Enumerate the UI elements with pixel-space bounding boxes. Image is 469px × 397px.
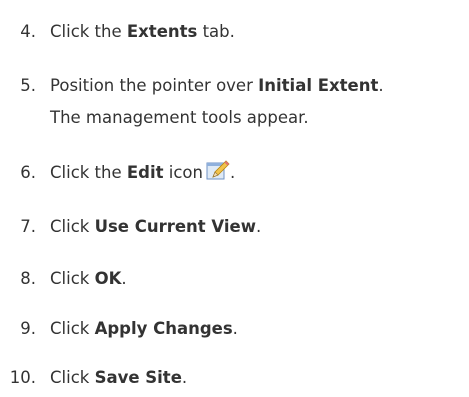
edit-pencil-icon (206, 160, 230, 182)
step-text: Position the pointer over Initial Extent… (50, 76, 384, 95)
step-number: 4. (20, 22, 36, 41)
step-number: 6. (20, 163, 36, 182)
step-number: 7. (20, 217, 36, 236)
step-result-text: The management tools appear. (50, 108, 309, 127)
step-number: 9. (20, 319, 36, 338)
step-number: 8. (20, 269, 36, 288)
step-text: Click the Edit icon . (50, 157, 235, 189)
step-text: Click Save Site. (50, 368, 188, 387)
step-number: 5. (20, 76, 36, 95)
step-text: Click the Extents tab. (50, 22, 235, 41)
step-text: Click OK. (50, 269, 127, 288)
instruction-steps: 4. Click the Extents tab. 5. Position th… (0, 0, 469, 397)
step-number: 10. (9, 368, 36, 387)
step-text: Click Apply Changes. (50, 319, 238, 338)
step-text: Click Use Current View. (50, 217, 262, 236)
